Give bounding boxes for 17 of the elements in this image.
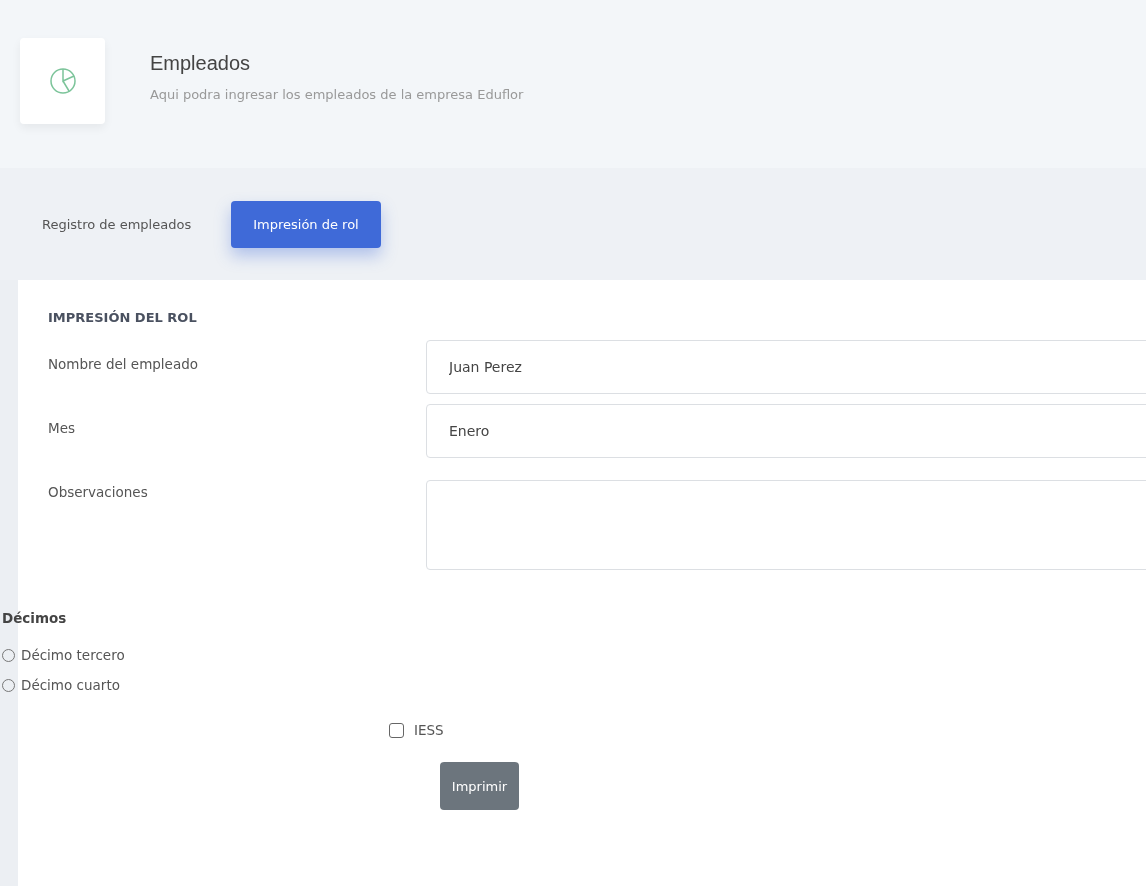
checkbox[interactable] bbox=[389, 722, 404, 738]
field-label: Nombre del empleado bbox=[47, 355, 200, 372]
input-field[interactable]: Enero bbox=[426, 404, 1146, 458]
tab[interactable]: Impresión de rol bbox=[231, 200, 381, 248]
field-label: Observaciones bbox=[47, 483, 149, 500]
pie-chart-icon bbox=[47, 66, 78, 96]
checkbox-label: IESS bbox=[414, 722, 444, 738]
page-title: Empleados bbox=[150, 52, 252, 75]
radio-label: Décimo tercero bbox=[21, 647, 125, 663]
tab[interactable]: Registro de empleados bbox=[26, 200, 208, 248]
group-title: Décimos bbox=[2, 610, 68, 626]
radio-label: Décimo cuarto bbox=[21, 677, 120, 693]
page-subtitle: Aqui podra ingresar los empleados de la empresa Eduflor bbox=[150, 87, 524, 102]
input-field[interactable]: Juan Perez bbox=[426, 340, 1146, 394]
field-label: Mes bbox=[47, 419, 76, 436]
print-button[interactable]: Imprimir bbox=[440, 762, 519, 810]
section-heading: IMPRESIÓN DEL ROL bbox=[47, 309, 198, 320]
